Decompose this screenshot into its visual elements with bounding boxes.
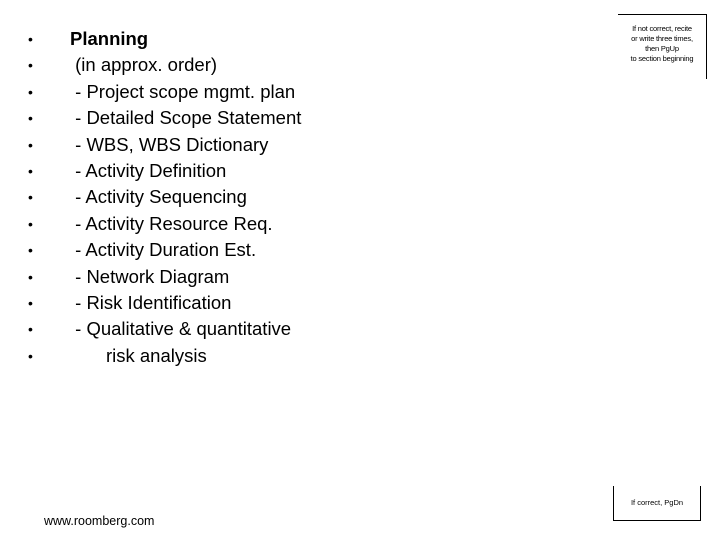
list-item-text: - Detailed Scope Statement xyxy=(70,107,302,129)
bullet-icon: • xyxy=(28,321,33,338)
list-item-text: - Network Diagram xyxy=(70,265,230,287)
bullet-icon: • xyxy=(28,136,33,153)
bullet-icon: • xyxy=(28,215,33,232)
incorrect-instruction-box: If not correct, recite or write three ti… xyxy=(618,14,707,79)
list-item-text: risk analysis xyxy=(70,344,207,366)
bullet-icon: • xyxy=(28,294,33,311)
list-item-text: - Activity Sequencing xyxy=(70,186,247,208)
note-line: to section beginning xyxy=(630,54,694,63)
list-item-text: - WBS, WBS Dictionary xyxy=(70,133,269,155)
bullet-icon: • xyxy=(28,31,33,47)
list-item-text: Planning xyxy=(70,28,149,49)
bullet-icon: • xyxy=(28,189,33,206)
list-item-text: - Qualitative & quantitative xyxy=(70,318,292,340)
note-line: or write three times, xyxy=(631,34,693,43)
list-item-text: - Activity Resource Req. xyxy=(70,212,273,234)
list-item-text: - Risk Identification xyxy=(70,291,232,313)
note-line: then PgUp xyxy=(645,44,679,53)
incorrect-instruction-text: If not correct, recite or write three ti… xyxy=(618,24,706,64)
bullet-icon: • xyxy=(28,242,33,259)
list-item-text: - Project scope mgmt. plan xyxy=(70,80,296,102)
bullet-icon: • xyxy=(28,268,33,285)
correct-instruction-box: If correct, PgDn xyxy=(613,486,701,521)
list-item-text: (in approx. order) xyxy=(70,54,218,76)
bullet-icon: • xyxy=(28,110,33,127)
bullet-icon: • xyxy=(28,347,33,364)
bullet-icon: • xyxy=(28,83,33,100)
bullet-icon: • xyxy=(28,57,33,74)
list-item-text: - Activity Duration Est. xyxy=(70,239,257,261)
note-line: If not correct, recite xyxy=(632,24,692,33)
list-item-text: - Activity Definition xyxy=(70,159,227,181)
footer-url: www.roomberg.com xyxy=(44,514,155,528)
correct-instruction-text: If correct, PgDn xyxy=(630,498,684,507)
bullet-icon: • xyxy=(28,162,33,179)
